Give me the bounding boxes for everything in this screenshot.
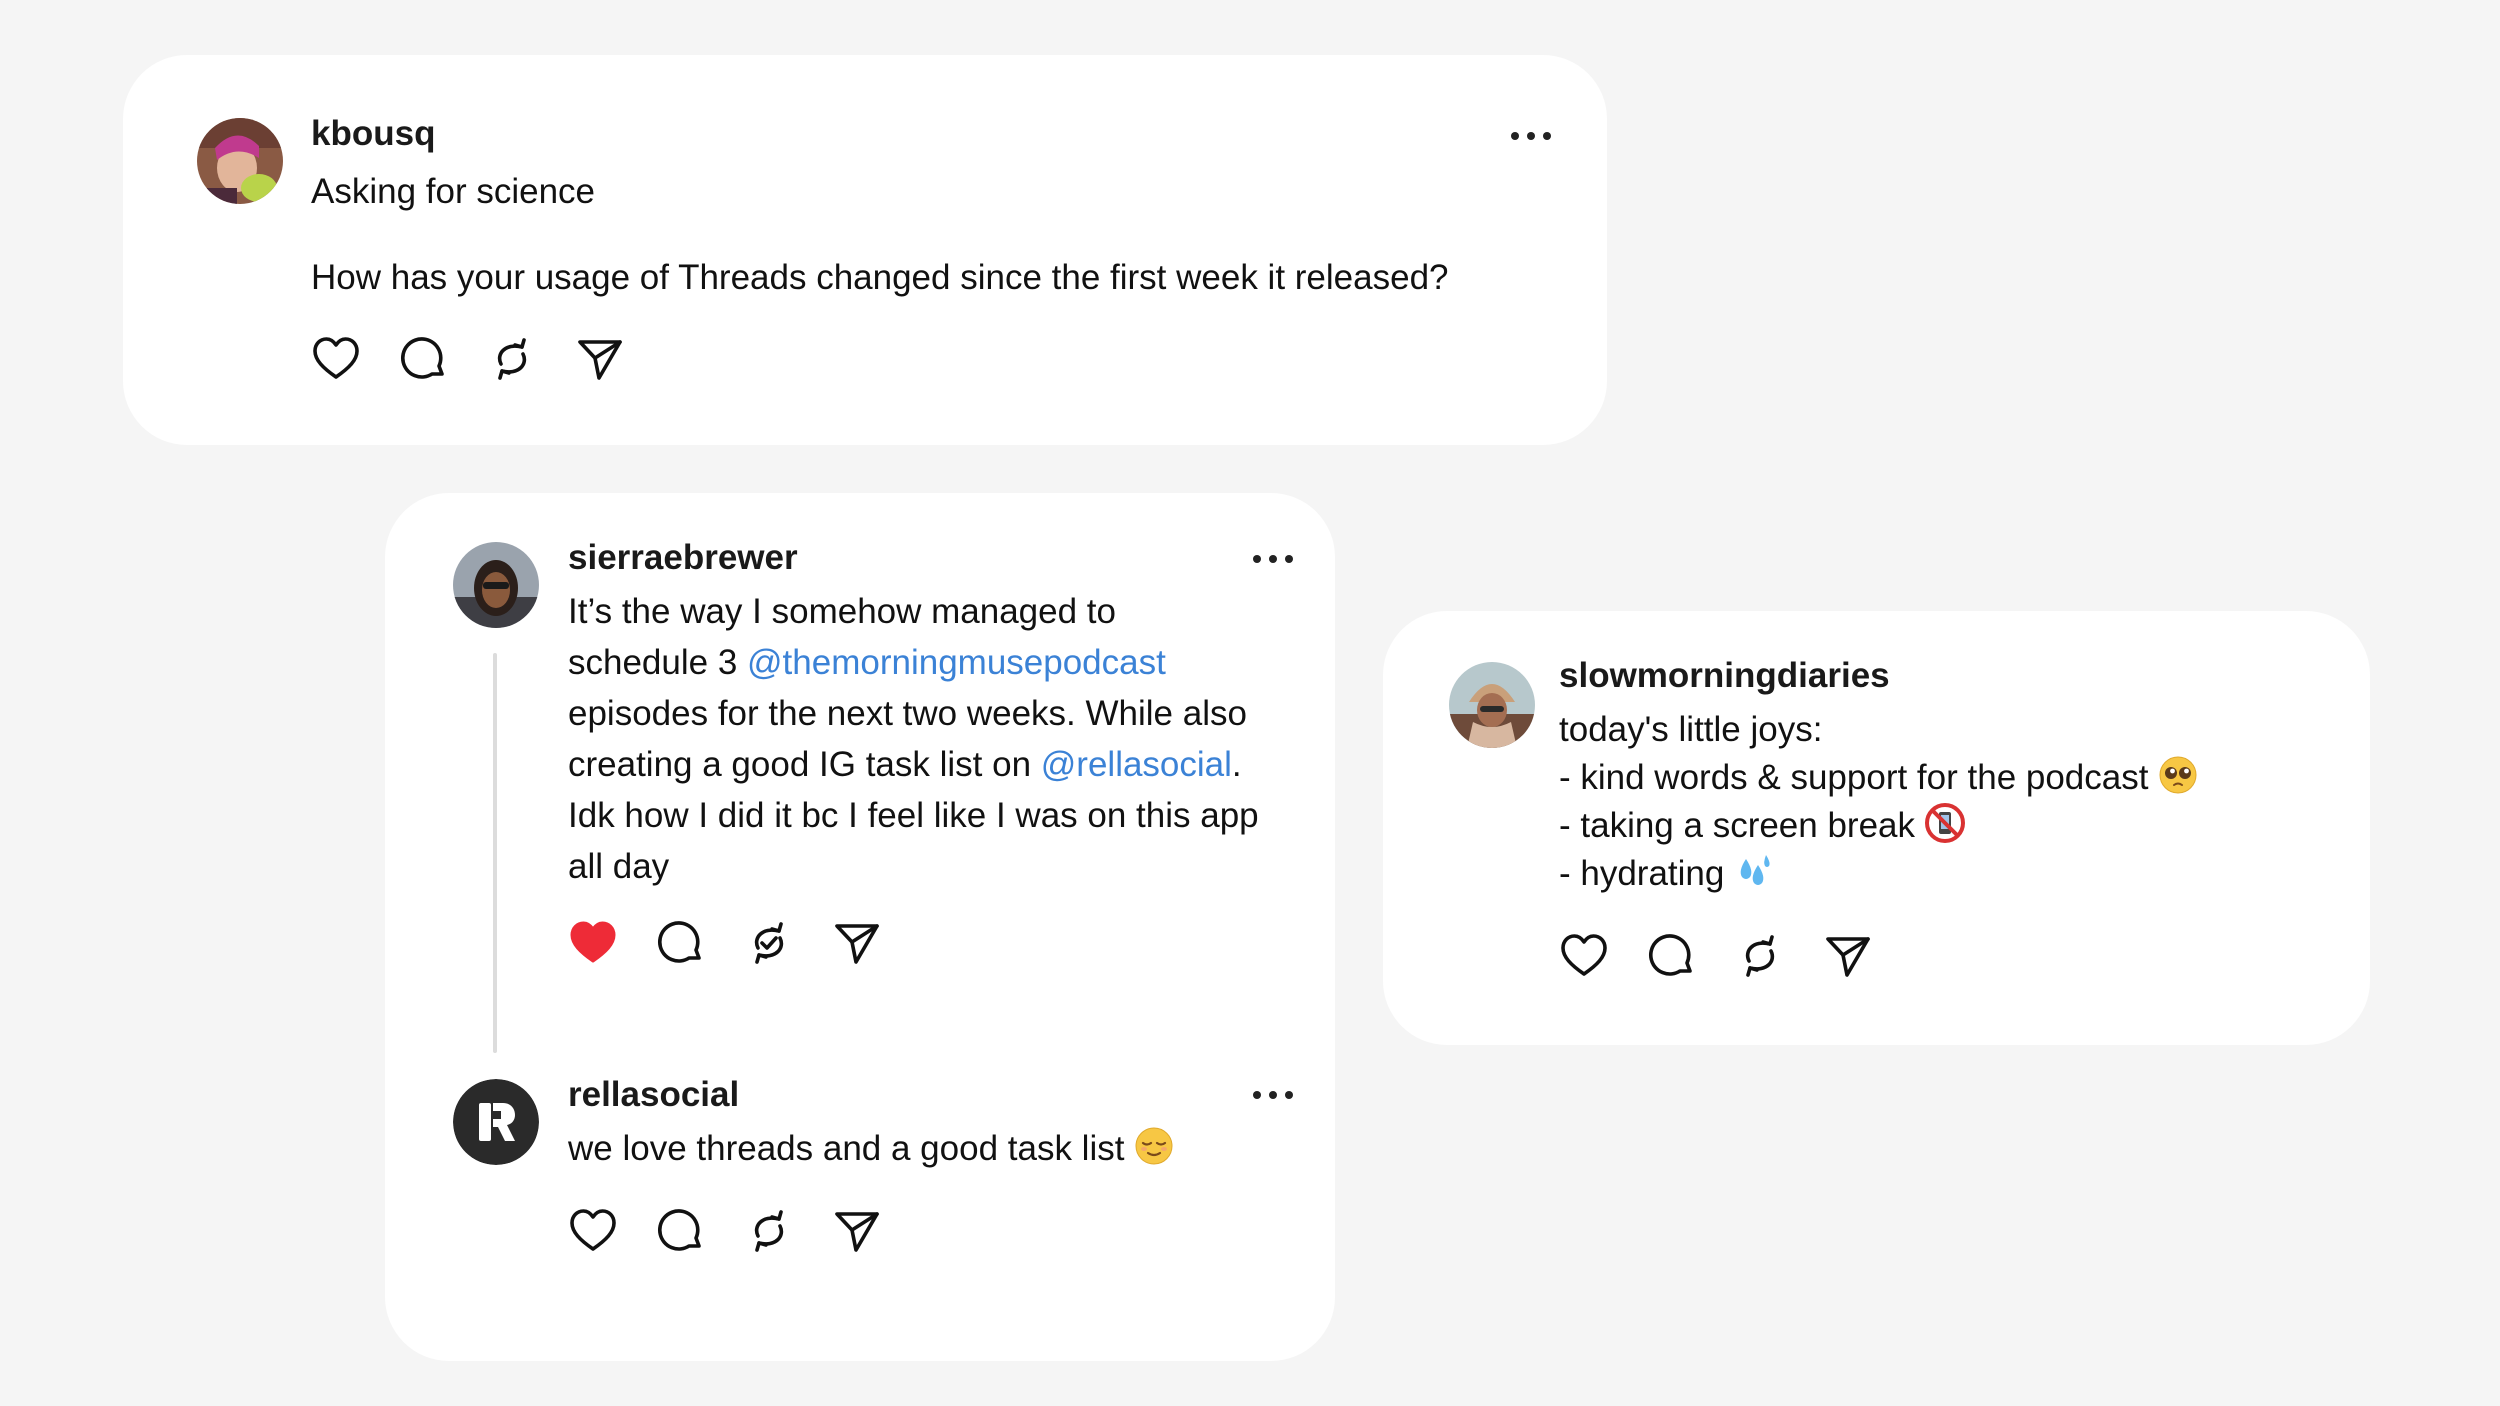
- more-icon[interactable]: [1511, 126, 1551, 146]
- comment-icon[interactable]: [656, 1206, 706, 1256]
- username[interactable]: sierraebrewer: [568, 538, 798, 578]
- comment-icon[interactable]: [656, 918, 706, 968]
- post-text-fragment: - taking a screen break: [1559, 806, 1916, 845]
- comment-icon[interactable]: [399, 334, 449, 384]
- share-icon[interactable]: [832, 1206, 882, 1256]
- share-icon[interactable]: [832, 918, 882, 968]
- post-card-slowmorningdiaries[interactable]: slowmorningdiaries today's little joys: …: [1383, 611, 2370, 1045]
- no-mobile-phones-emoji: [1924, 803, 1965, 843]
- username[interactable]: slowmorningdiaries: [1559, 656, 1890, 696]
- heart-filled-icon[interactable]: [568, 918, 618, 968]
- mention-link-themorningmusepodcast[interactable]: @themorningmusepodcast: [747, 643, 1166, 682]
- repost-icon[interactable]: [487, 334, 537, 384]
- relieved-face-emoji: [1134, 1126, 1174, 1166]
- avatar[interactable]: [1449, 662, 1535, 748]
- share-icon[interactable]: [575, 334, 625, 384]
- post-text-fragment: - hydrating: [1559, 854, 1725, 893]
- heart-icon[interactable]: [568, 1206, 618, 1256]
- action-bar: [568, 918, 882, 968]
- post-text: It’s the way I somehow managed to schedu…: [568, 586, 1259, 892]
- action-bar: [568, 1206, 882, 1256]
- sweat-droplets-emoji: [1734, 851, 1774, 891]
- repost-icon[interactable]: [1735, 931, 1785, 981]
- avatar[interactable]: [197, 118, 283, 204]
- post-text-fragment: - kind words & support for the podcast: [1559, 758, 2149, 797]
- avatar[interactable]: [453, 1079, 539, 1165]
- post-text: Asking for science How has your usage of…: [311, 166, 1449, 303]
- repost-icon[interactable]: [744, 1206, 794, 1256]
- username[interactable]: rellasocial: [568, 1075, 739, 1115]
- more-icon[interactable]: [1253, 549, 1293, 569]
- post-text-fragment: we love threads and a good task list: [568, 1129, 1125, 1168]
- username[interactable]: kbousq: [311, 114, 435, 154]
- comment-icon[interactable]: [1647, 931, 1697, 981]
- heart-icon[interactable]: [1559, 931, 1609, 981]
- post-text-fragment: creating a good IG task list on: [568, 745, 1041, 784]
- post-text-fragment: .: [1231, 745, 1242, 784]
- thread-connector-line: [493, 653, 497, 1053]
- post-text-fragment: schedule 3: [568, 643, 748, 682]
- heart-icon[interactable]: [311, 334, 361, 384]
- more-icon[interactable]: [1253, 1085, 1293, 1105]
- post-text-line: How has your usage of Threads changed si…: [311, 258, 1449, 297]
- action-bar: [1559, 931, 1873, 981]
- post-card-kbousq[interactable]: kbousq Asking for science How has your u…: [123, 55, 1607, 445]
- post-text-line: all day: [568, 847, 670, 886]
- post-text-line: Asking for science: [311, 172, 596, 211]
- share-icon[interactable]: [1823, 931, 1873, 981]
- action-bar: [311, 334, 625, 384]
- repost-check-icon[interactable]: [744, 918, 794, 968]
- post-text: we love threads and a good task list: [568, 1123, 1174, 1174]
- pleading-face-emoji: [2158, 755, 2198, 795]
- avatar[interactable]: [453, 542, 539, 628]
- thread-card-sierraebrewer: sierraebrewer It’s the way I somehow man…: [385, 493, 1335, 1361]
- post-text: today's little joys: - kind words & supp…: [1559, 706, 2198, 898]
- post-text-line: episodes for the next two weeks. While a…: [568, 694, 1247, 733]
- post-text-line: today's little joys:: [1559, 710, 1823, 749]
- post-text-line: Idk how I did it bc I feel like I was on…: [568, 796, 1259, 835]
- post-text-line: It’s the way I somehow managed to: [568, 592, 1116, 631]
- mention-link-rellasocial[interactable]: @rellasocial: [1041, 745, 1232, 784]
